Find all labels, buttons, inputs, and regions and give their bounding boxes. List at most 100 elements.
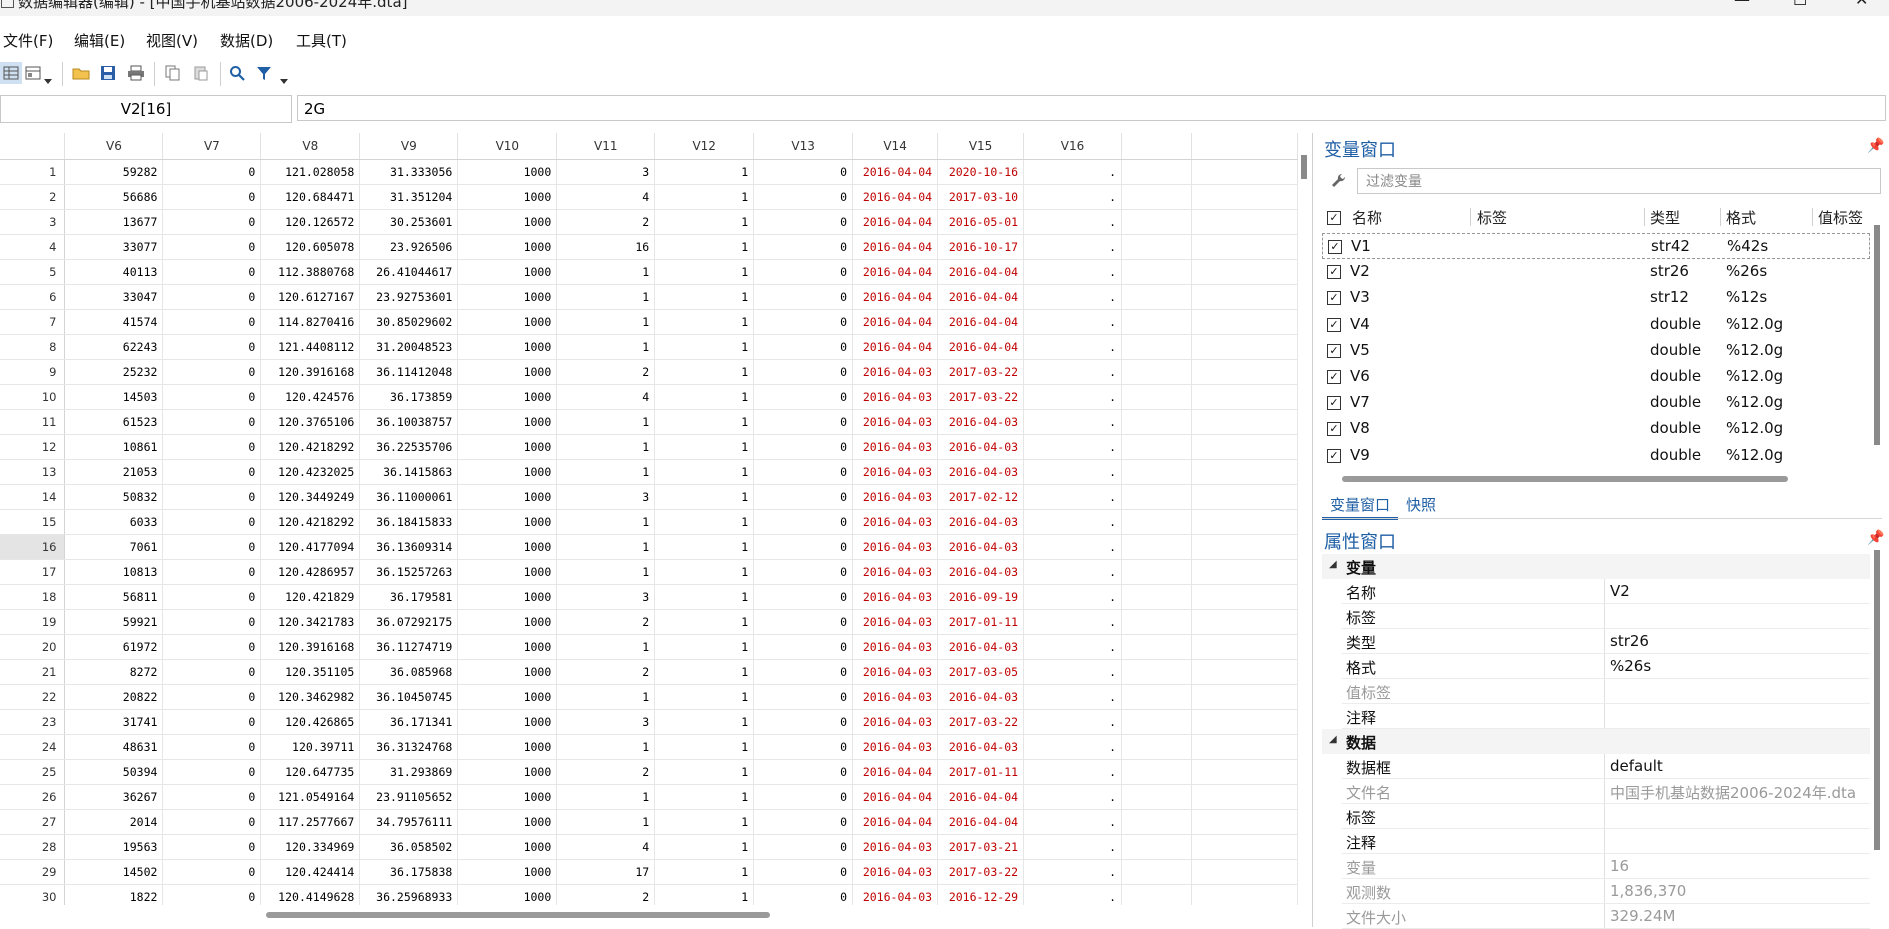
- grid-cell[interactable]: 62243: [64, 334, 164, 360]
- property-row[interactable]: 文件名 中国手机基站数据2006-2024年.dta: [1322, 779, 1870, 804]
- grid-cell[interactable]: .: [1023, 684, 1122, 710]
- row-number[interactable]: 6: [0, 284, 66, 310]
- grid-cell[interactable]: .: [1023, 759, 1122, 785]
- grid-cell[interactable]: 0: [162, 584, 262, 610]
- grid-cell[interactable]: 120.426865: [260, 709, 361, 735]
- grid-cell[interactable]: 2016-04-03: [937, 634, 1025, 660]
- grid-cell[interactable]: 1: [654, 534, 755, 560]
- grid-cell[interactable]: 36.13609314: [359, 534, 459, 560]
- grid-cell[interactable]: 120.126572: [260, 209, 361, 235]
- grid-cell[interactable]: 120.4286957: [260, 559, 361, 585]
- grid-cell[interactable]: 1: [654, 409, 755, 435]
- grid-cell[interactable]: 1: [654, 309, 755, 335]
- grid-cell[interactable]: 0: [753, 884, 854, 905]
- grid-cell[interactable]: 1000: [457, 559, 558, 585]
- dropdown-arrow-icon[interactable]: [278, 70, 290, 92]
- grid-cell[interactable]: 2016-04-03: [852, 734, 939, 760]
- grid-cell[interactable]: 2017-03-22: [937, 709, 1025, 735]
- grid-cell[interactable]: 1: [556, 559, 656, 585]
- grid-cell[interactable]: 1000: [457, 484, 558, 510]
- table-row[interactable]: 16 7061 0 120.4177094 36.13609314 1000 1 1 0 2016…: [0, 534, 1298, 560]
- grid-cell[interactable]: 2017-02-12: [937, 484, 1025, 510]
- grid-cell[interactable]: 1000: [457, 734, 558, 760]
- data-grid[interactable]: V6 V7 V8 V9 V10 V11 V12 V13 V14 V15 V16 …: [0, 133, 1298, 905]
- row-number[interactable]: 10: [0, 384, 66, 410]
- grid-cell[interactable]: 1: [556, 334, 656, 360]
- table-row[interactable]: 18 56811 0 120.421829 36.179581 1000 3 1 0 2016-0…: [0, 584, 1298, 610]
- collapse-triangle-icon[interactable]: ◢: [1329, 559, 1337, 570]
- grid-cell[interactable]: 2: [556, 884, 656, 905]
- grid-cell[interactable]: 3: [556, 584, 656, 610]
- grid-cell[interactable]: 31741: [64, 709, 164, 735]
- grid-cell[interactable]: 31.20048523: [359, 334, 459, 360]
- grid-cell[interactable]: 1: [654, 359, 755, 385]
- grid-cell[interactable]: 2016-04-03: [852, 584, 939, 610]
- grid-cell[interactable]: 120.3449249: [260, 484, 361, 510]
- table-row[interactable]: 5 40113 0 112.3880768 26.41044617 1000 1 1 0 2016…: [0, 259, 1298, 285]
- grid-cell[interactable]: 3: [556, 709, 656, 735]
- grid-cell[interactable]: 1000: [457, 634, 558, 660]
- grid-cell[interactable]: 1000: [457, 859, 558, 885]
- grid-cell[interactable]: 1: [654, 834, 755, 860]
- grid-cell[interactable]: 1: [654, 234, 755, 260]
- grid-cell[interactable]: 0: [753, 509, 854, 535]
- grid-cell[interactable]: 0: [753, 459, 854, 485]
- grid-cell[interactable]: 2016-04-04: [852, 784, 939, 810]
- grid-cell[interactable]: 0: [162, 209, 262, 235]
- column-header[interactable]: V10: [457, 133, 558, 160]
- row-number[interactable]: 3: [0, 209, 66, 235]
- pin-icon[interactable]: 📌: [1867, 138, 1884, 154]
- property-row[interactable]: 注释: [1322, 829, 1870, 854]
- grid-cell[interactable]: 2016-04-03: [852, 709, 939, 735]
- grid-cell[interactable]: 1: [654, 509, 755, 535]
- grid-cell[interactable]: 36.1415863: [359, 459, 459, 485]
- grid-cell[interactable]: .: [1023, 359, 1122, 385]
- grid-cell[interactable]: 120.3462982: [260, 684, 361, 710]
- table-row[interactable]: 6 33047 0 120.6127167 23.92753601 1000 1 1 0 2016…: [0, 284, 1298, 310]
- property-row[interactable]: 类型 str26: [1322, 629, 1870, 654]
- grid-cell[interactable]: .: [1023, 859, 1122, 885]
- grid-cell[interactable]: 1: [654, 484, 755, 510]
- grid-cell[interactable]: 0: [753, 684, 854, 710]
- grid-cell[interactable]: 14503: [64, 384, 164, 410]
- grid-cell[interactable]: 1000: [457, 784, 558, 810]
- grid-cell[interactable]: 1: [654, 859, 755, 885]
- grid-cell[interactable]: 1000: [457, 759, 558, 785]
- column-header[interactable]: V7: [162, 133, 262, 160]
- data-editor-icon[interactable]: [0, 62, 22, 84]
- variable-checkbox[interactable]: ✓: [1327, 265, 1341, 280]
- grid-cell[interactable]: 20822: [64, 684, 164, 710]
- column-header[interactable]: V16: [1023, 133, 1122, 160]
- grid-cell[interactable]: 2016-12-29: [937, 884, 1025, 905]
- grid-cell[interactable]: 2016-04-04: [852, 259, 939, 285]
- grid-cell[interactable]: 120.4232025: [260, 459, 361, 485]
- grid-cell[interactable]: 2016-04-03: [937, 434, 1025, 460]
- column-header[interactable]: V8: [260, 133, 361, 160]
- table-row[interactable]: 23 31741 0 120.426865 36.171341 1000 3 1 0 2016-0…: [0, 709, 1298, 735]
- grid-cell[interactable]: 1000: [457, 259, 558, 285]
- variable-row[interactable]: ✓ V7 double %12.0g: [1322, 390, 1870, 416]
- grid-cell[interactable]: 0: [753, 334, 854, 360]
- grid-cell[interactable]: .: [1023, 309, 1122, 335]
- grid-cell[interactable]: 2017-03-22: [937, 859, 1025, 885]
- grid-cell[interactable]: 41574: [64, 309, 164, 335]
- row-number[interactable]: 17: [0, 559, 66, 585]
- grid-cell[interactable]: 0: [162, 609, 262, 635]
- grid-cell[interactable]: 0: [753, 559, 854, 585]
- grid-cell[interactable]: 1: [556, 734, 656, 760]
- grid-cell[interactable]: 2016-05-01: [937, 209, 1025, 235]
- grid-cell[interactable]: 1: [556, 284, 656, 310]
- grid-cell[interactable]: 2016-04-03: [852, 609, 939, 635]
- grid-cell[interactable]: 112.3880768: [260, 259, 361, 285]
- table-row[interactable]: 11 61523 0 120.3765106 36.10038757 1000 1 1 0 201…: [0, 409, 1298, 435]
- grid-cell[interactable]: 1000: [457, 159, 558, 185]
- row-number[interactable]: 16: [0, 534, 66, 560]
- grid-cell[interactable]: 31.351204: [359, 184, 459, 210]
- grid-cell[interactable]: 3: [556, 159, 656, 185]
- grid-cell[interactable]: 0: [753, 284, 854, 310]
- grid-cell[interactable]: 19563: [64, 834, 164, 860]
- grid-cell[interactable]: 1: [556, 684, 656, 710]
- grid-cell[interactable]: .: [1023, 884, 1122, 905]
- property-row[interactable]: 变量 16: [1322, 854, 1870, 879]
- row-number[interactable]: 4: [0, 234, 66, 260]
